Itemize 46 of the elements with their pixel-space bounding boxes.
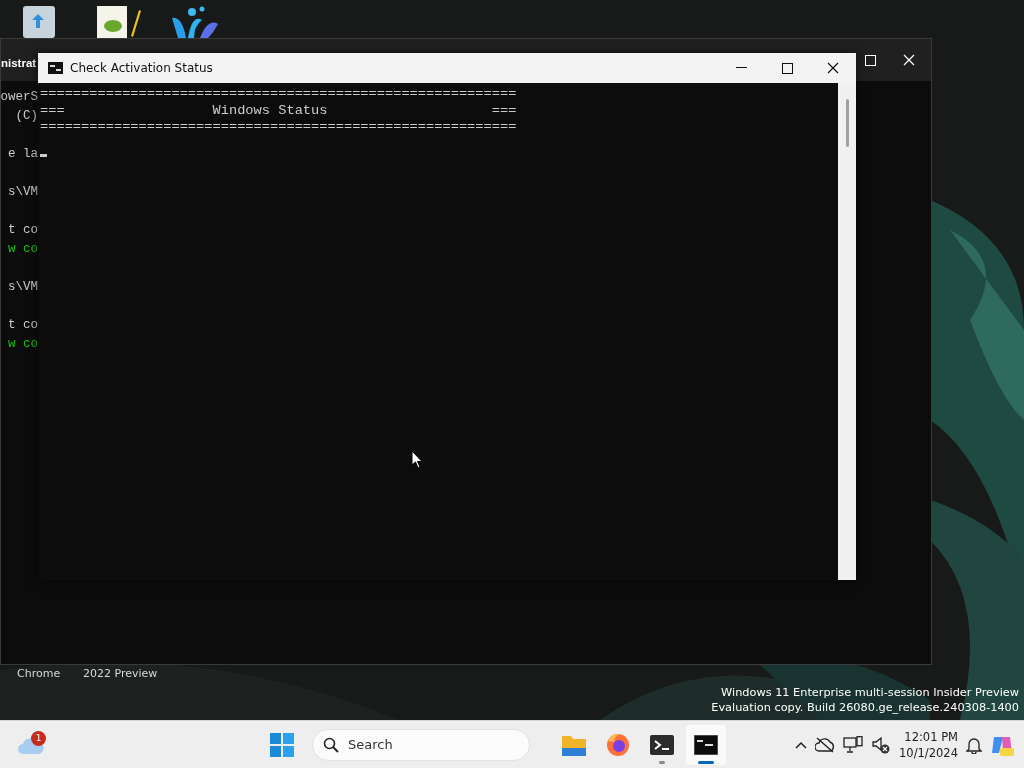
folder-icon (562, 733, 586, 756)
notepad-icon[interactable] (95, 6, 141, 38)
console-line: t co (8, 317, 38, 334)
search-field[interactable]: Search (312, 728, 530, 761)
console-line: ========================================================== (40, 86, 517, 103)
scrollbar[interactable] (838, 83, 856, 580)
console-line: t co (8, 222, 38, 239)
command-prompt-icon (48, 62, 63, 74)
console-line: e la (8, 146, 38, 163)
window-title: nistrat (1, 57, 37, 69)
evaluation-notice: Evaluation copy. Build 26080.ge_release.240308-1400 (711, 700, 1019, 715)
minimize-icon (735, 67, 747, 69)
clock[interactable]: 12:01 PM 10/1/2024 (899, 728, 958, 761)
evaluation-notice: Windows 11 Enterprise multi-session Insider Preview (721, 685, 1019, 700)
icon-label: 2022 Preview (83, 667, 158, 680)
firefox-icon (606, 732, 630, 757)
maximize-icon (864, 54, 876, 66)
console-line: ========================================================== (40, 119, 517, 136)
console-line: (C) (15, 108, 38, 125)
terminal-icon (650, 734, 674, 755)
bell-icon[interactable] (966, 735, 982, 754)
clock-date: 10/1/2024 (899, 744, 958, 761)
windows-logo-icon (270, 732, 294, 757)
notification-badge: 1 (31, 730, 46, 746)
taskbar-app-button[interactable] (686, 724, 726, 765)
speaker-muted-icon[interactable] (871, 735, 892, 754)
recycle-bin-icon[interactable] (20, 6, 58, 38)
search-icon (323, 736, 339, 753)
close-icon (903, 54, 915, 66)
chevron-up-icon[interactable] (795, 740, 808, 749)
mouse-pointer-icon (411, 450, 423, 469)
console-line: s\VM (8, 184, 38, 201)
console-line: owerS (0, 89, 38, 106)
icon-label: Chrome (17, 667, 61, 680)
close-icon (827, 62, 839, 74)
splash-icon[interactable] (170, 6, 220, 38)
console-line: w co (8, 241, 38, 258)
clock-time: 12:01 PM (904, 728, 958, 745)
command-prompt-icon (694, 734, 718, 755)
network-icon[interactable] (843, 735, 864, 754)
console-line: w co (8, 336, 38, 353)
console-line: s\VM (8, 279, 38, 296)
maximize-icon (781, 62, 793, 74)
window-title: Check Activation Status (70, 61, 214, 75)
console-line: === Windows Status === (40, 102, 517, 119)
cloud-off-icon[interactable] (815, 736, 836, 753)
